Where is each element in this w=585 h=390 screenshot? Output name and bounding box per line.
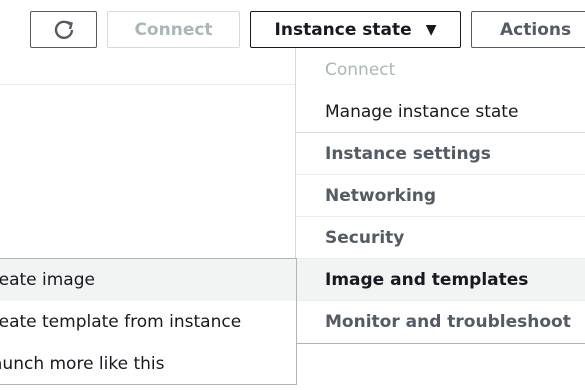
actions-dropdown-menu: Connect Manage instance state Instance s… [295,48,585,344]
table-header-divider [0,84,296,85]
menu-item-connect[interactable]: Connect [296,48,585,91]
menu-item-security[interactable]: Security [296,217,585,259]
caret-down-icon: ▼ [425,21,437,38]
refresh-icon [54,20,73,39]
submenu-item-label: reate image [0,270,95,290]
instance-state-button-label: Instance state [274,19,412,40]
menu-item-instance-settings[interactable]: Instance settings [296,133,585,175]
submenu-item-create-image[interactable]: reate image [0,259,296,301]
actions-button-label: Actions [500,19,572,40]
submenu-item-label: aunch more like this [0,354,165,374]
menu-item-monitor-and-troubleshoot[interactable]: Monitor and troubleshoot [296,301,585,343]
connect-button-label: Connect [134,19,213,40]
submenu-item-launch-more-like-this[interactable]: aunch more like this [0,343,296,385]
connect-button[interactable]: Connect [107,11,240,48]
instance-state-button[interactable]: Instance state ▼ [250,11,461,48]
menu-item-manage-instance-state[interactable]: Manage instance state [296,91,585,133]
menu-item-image-and-templates[interactable]: Image and templates [296,259,585,301]
image-and-templates-submenu: reate image reate template from instance… [0,258,297,385]
refresh-button[interactable] [30,11,97,48]
submenu-item-create-template[interactable]: reate template from instance [0,301,296,343]
submenu-item-label: reate template from instance [0,312,242,332]
actions-button[interactable]: Actions ▼ [471,11,585,48]
menu-item-networking[interactable]: Networking [296,175,585,217]
